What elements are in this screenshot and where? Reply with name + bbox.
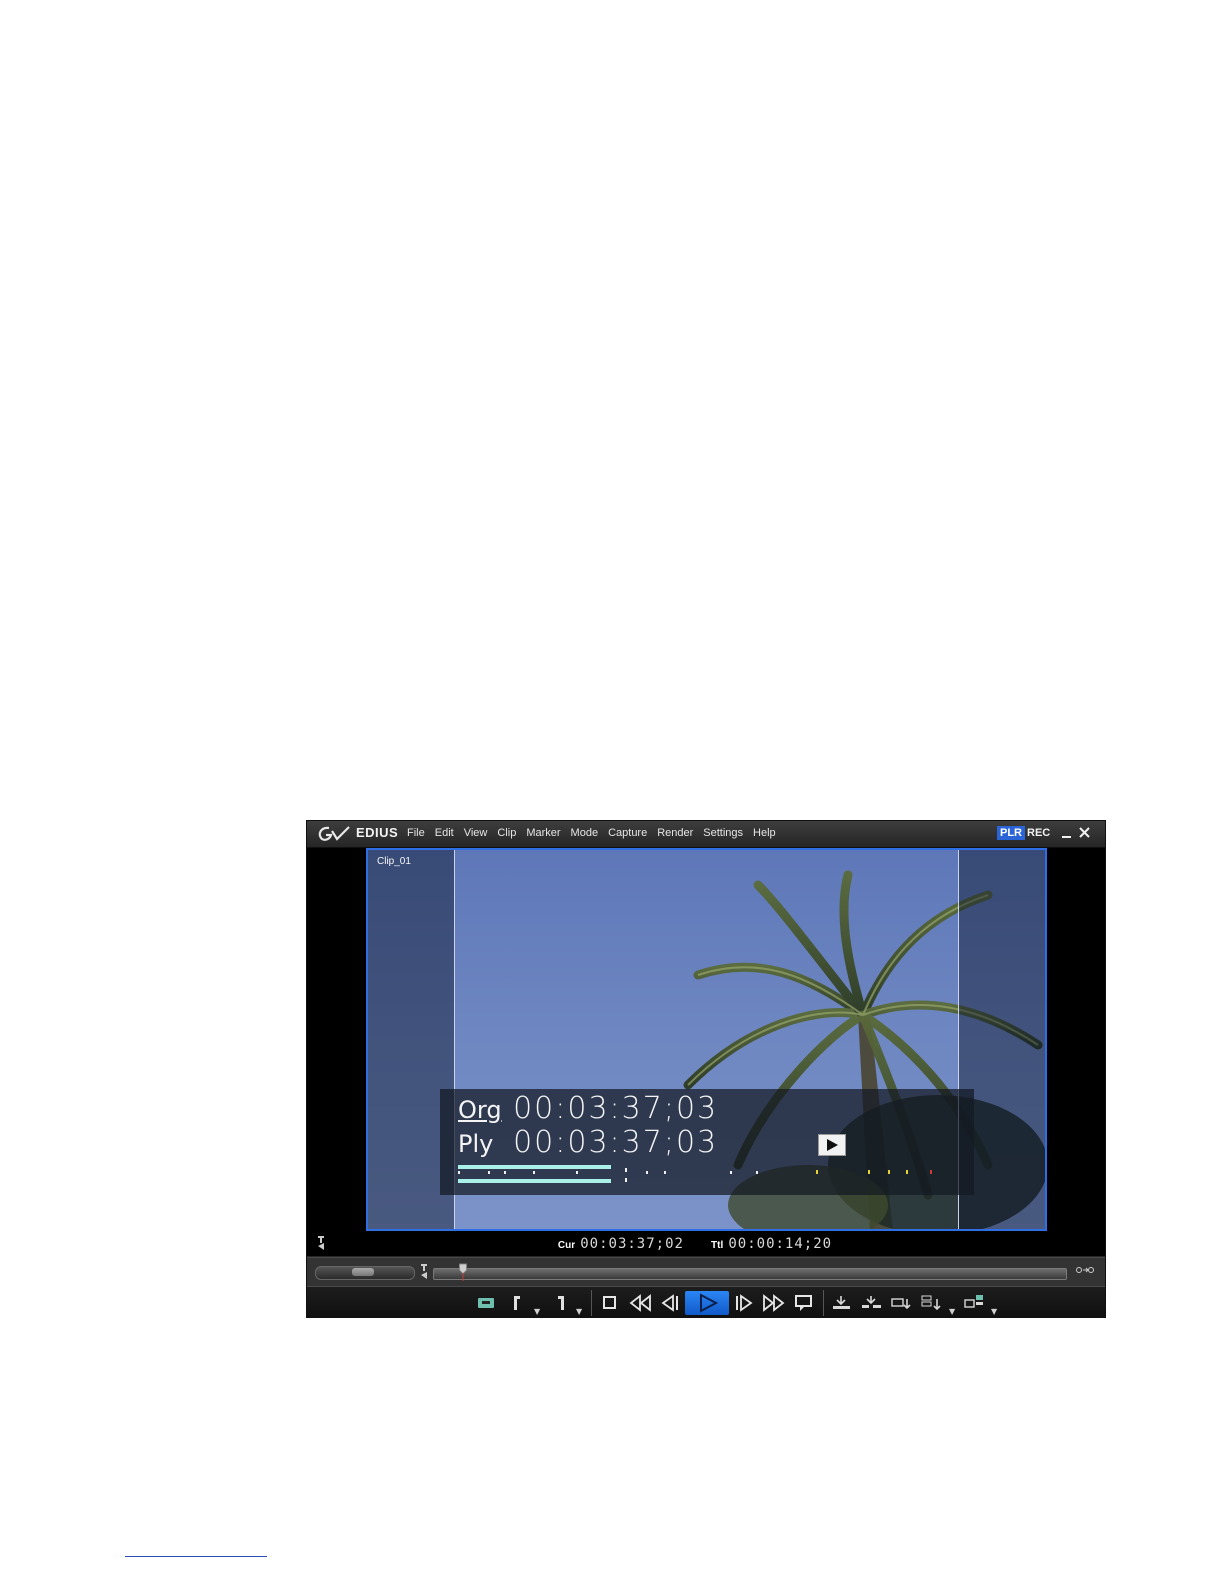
menu-help[interactable]: Help xyxy=(753,827,776,839)
ttl-label: Ttl xyxy=(711,1240,724,1251)
set-in-dropdown-icon[interactable]: ▼ xyxy=(534,1307,540,1316)
menu-settings[interactable]: Settings xyxy=(703,827,743,839)
ttl-value: 00:00:14;20 xyxy=(728,1236,833,1252)
loop-icon[interactable] xyxy=(791,1291,817,1315)
menu-clip[interactable]: Clip xyxy=(497,827,516,839)
menu-view[interactable]: View xyxy=(464,827,488,839)
cur-label: Cur xyxy=(557,1240,576,1251)
position-handle[interactable] xyxy=(458,1263,468,1281)
add-to-bin-icon[interactable] xyxy=(889,1291,915,1315)
layout-dropdown-icon[interactable]: ▼ xyxy=(991,1307,997,1316)
shuttle-knob[interactable] xyxy=(352,1268,374,1276)
menu-render[interactable]: Render xyxy=(657,827,693,839)
timecode-overlay: Org 00:03:37;03 Ply 00:03:37;03 xyxy=(440,1089,974,1195)
set-out-dropdown-icon[interactable]: ▼ xyxy=(576,1307,582,1316)
insert-icon[interactable] xyxy=(829,1291,855,1315)
audio-marker-icon[interactable] xyxy=(419,1263,429,1281)
audio-meter xyxy=(458,1165,932,1183)
footnote-rule xyxy=(125,1556,267,1557)
title-bar: EDIUS File Edit View Clip Marker Mode Ca… xyxy=(307,821,1105,848)
play-status-icon xyxy=(818,1134,846,1156)
set-out-icon[interactable] xyxy=(547,1291,573,1315)
seek-bar xyxy=(307,1257,1105,1286)
org-label: Org xyxy=(458,1096,502,1124)
layout-icon[interactable] xyxy=(961,1291,987,1315)
sync-icon[interactable] xyxy=(1075,1263,1095,1279)
cur-value: 00:03:37;02 xyxy=(580,1236,684,1252)
org-timecode: Org 00:03:37;03 xyxy=(458,1091,718,1126)
org-value: 00:03:37;03 xyxy=(513,1091,719,1126)
close-icon[interactable] xyxy=(1077,825,1093,841)
stop-icon[interactable] xyxy=(597,1291,623,1315)
toolbar-separator xyxy=(823,1290,824,1316)
step-forward-icon[interactable] xyxy=(731,1291,757,1315)
video-viewer: Clip_01 Org 00:03:37;03 Ply 00:03:37;03 xyxy=(307,848,1105,1256)
menu-marker[interactable]: Marker xyxy=(526,827,560,839)
fast-forward-icon[interactable] xyxy=(761,1291,787,1315)
grass-valley-logo xyxy=(318,826,350,841)
menu-mode[interactable]: Mode xyxy=(571,827,599,839)
recorder-mode-button[interactable]: REC xyxy=(1027,827,1050,839)
edius-player-window: EDIUS File Edit View Clip Marker Mode Ca… xyxy=(306,820,1106,1318)
shuttle-slider[interactable] xyxy=(315,1266,415,1280)
player-mode-button[interactable]: PLR xyxy=(997,826,1025,840)
video-frame[interactable]: Clip_01 Org 00:03:37;03 Ply 00:03:37;03 xyxy=(366,848,1047,1231)
menu-capture[interactable]: Capture xyxy=(608,827,647,839)
set-in-icon[interactable] xyxy=(505,1291,531,1315)
menu-edit[interactable]: Edit xyxy=(435,827,454,839)
clip-icon[interactable] xyxy=(473,1291,499,1315)
export-icon[interactable] xyxy=(919,1291,945,1315)
timecode-readout: Cur 00:03:37;02 Ttl 00:00:14;20 xyxy=(307,1233,1105,1255)
export-dropdown-icon[interactable]: ▼ xyxy=(949,1307,955,1316)
menu-file[interactable]: File xyxy=(407,827,425,839)
step-back-icon[interactable] xyxy=(657,1291,683,1315)
menu-bar: File Edit View Clip Marker Mode Capture … xyxy=(407,827,786,839)
ply-timecode: Ply 00:03:37;03 xyxy=(458,1125,718,1160)
play-icon[interactable] xyxy=(685,1291,729,1315)
rewind-icon[interactable] xyxy=(627,1291,653,1315)
ply-label: Ply xyxy=(458,1130,494,1158)
position-slider[interactable] xyxy=(433,1263,1067,1281)
minimize-icon[interactable] xyxy=(1059,825,1075,841)
toolbar-separator xyxy=(591,1290,592,1316)
clip-name-label: Clip_01 xyxy=(377,856,411,867)
transport-toolbar: ▼ ▼ ▼ ▼ xyxy=(307,1286,1105,1317)
ply-value: 00:03:37;03 xyxy=(513,1125,719,1160)
overwrite-icon[interactable] xyxy=(859,1291,885,1315)
brand-name: EDIUS xyxy=(356,825,399,840)
